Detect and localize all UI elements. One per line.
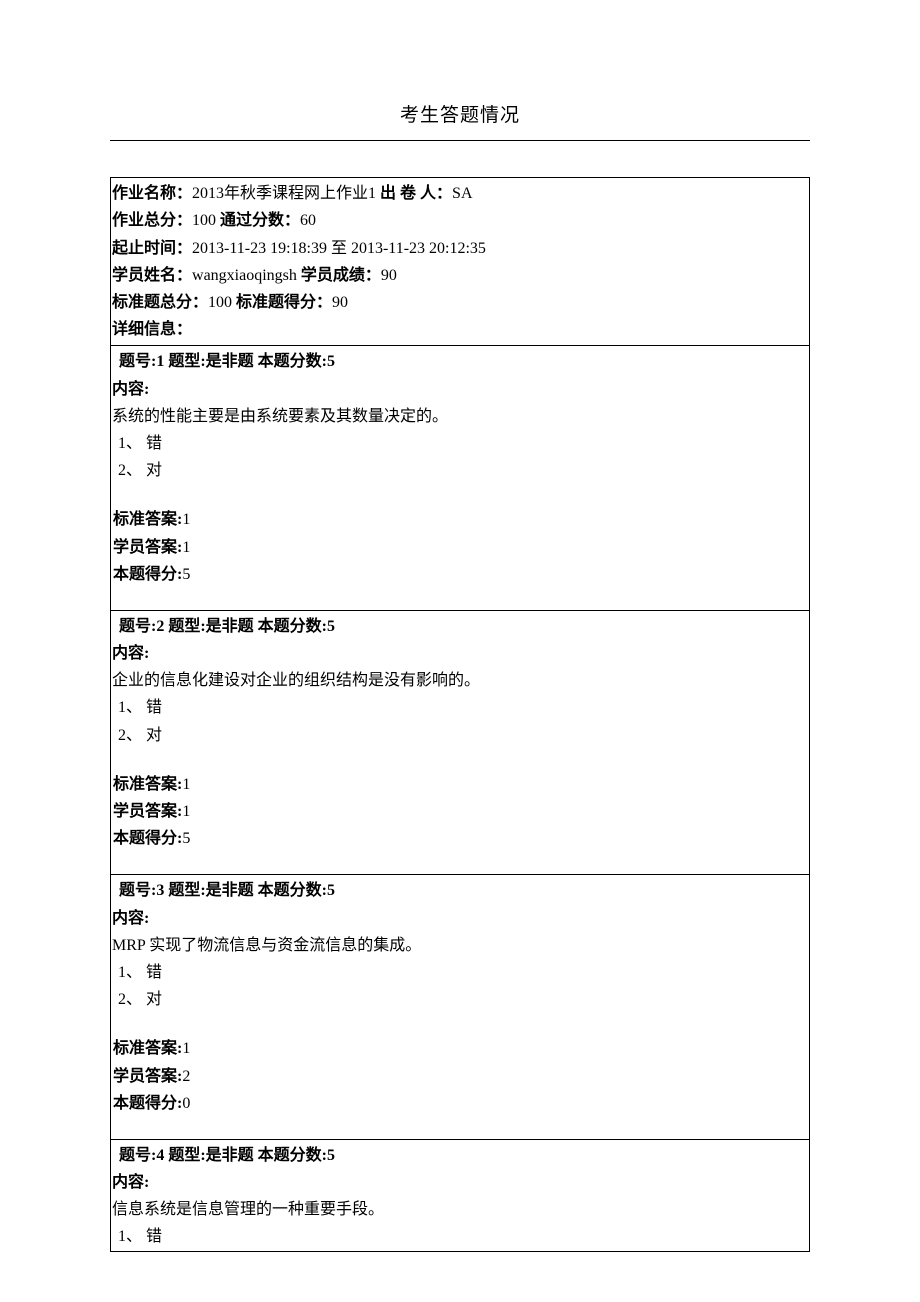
std-total-label: 标准题总分： bbox=[112, 294, 208, 311]
issuer-name: SA bbox=[452, 185, 472, 202]
option-item: 2、 对 bbox=[118, 457, 808, 484]
options-list: 1、 错2、 对 bbox=[112, 430, 808, 484]
pass-value: 60 bbox=[300, 212, 316, 229]
stu-answer-value: 2 bbox=[182, 1068, 190, 1085]
student-name: wangxiaoqingsh bbox=[192, 267, 297, 284]
std-answer-value: 1 bbox=[182, 1040, 190, 1057]
std-answer-value: 1 bbox=[182, 776, 190, 793]
std-score-label: 标准题得分： bbox=[232, 294, 332, 311]
option-item: 2、 对 bbox=[118, 986, 808, 1013]
detail-label: 详细信息： bbox=[112, 321, 192, 338]
std-answer-label: 标准答案: bbox=[113, 776, 182, 793]
question-content: MRP 实现了物流信息与资金流信息的集成。 bbox=[112, 932, 808, 959]
question-content: 企业的信息化建设对企业的组织结构是没有影响的。 bbox=[112, 667, 808, 694]
obtained-label: 本题得分: bbox=[113, 1095, 182, 1112]
stu-answer-label: 学员答案: bbox=[113, 539, 182, 556]
title-divider bbox=[110, 140, 810, 141]
option-item: 1、 错 bbox=[118, 430, 808, 457]
std-answer-label: 标准答案: bbox=[113, 1040, 182, 1057]
option-item: 1、 错 bbox=[118, 1223, 808, 1250]
question-header: 题号:3 题型:是非题 本题分数:5 bbox=[111, 875, 809, 904]
assignment-name: 2013年秋季课程网上作业1 bbox=[192, 185, 376, 202]
std-answer-value: 1 bbox=[182, 511, 190, 528]
std-answer-label: 标准答案: bbox=[113, 511, 182, 528]
obtained-label: 本题得分: bbox=[113, 566, 182, 583]
obtained-label: 本题得分: bbox=[113, 830, 182, 847]
total-value: 100 bbox=[192, 212, 216, 229]
option-item: 1、 错 bbox=[118, 694, 808, 721]
options-list: 1、 错2、 对 bbox=[112, 959, 808, 1013]
content-label: 内容: bbox=[112, 376, 808, 403]
answer-block: 标准答案:1 学员答案:2 本题得分:0 bbox=[112, 1035, 808, 1139]
stu-answer-value: 1 bbox=[182, 539, 190, 556]
time-range: 2013-11-23 19:18:39 至 2013-11-23 20:12:3… bbox=[192, 240, 486, 257]
options-list: 1、 错2、 对 bbox=[112, 694, 808, 748]
assignment-header: 作业名称：2013年秋季课程网上作业1 出 卷 人：SA 作业总分：100 通过… bbox=[111, 178, 809, 345]
obtained-value: 5 bbox=[182, 566, 190, 583]
main-table: 作业名称：2013年秋季课程网上作业1 出 卷 人：SA 作业总分：100 通过… bbox=[110, 177, 810, 1251]
question-block: 题号:2 题型:是非题 本题分数:5 内容: 企业的信息化建设对企业的组织结构是… bbox=[111, 610, 809, 875]
time-label: 起止时间： bbox=[112, 240, 192, 257]
stu-answer-label: 学员答案: bbox=[113, 1068, 182, 1085]
content-label: 内容: bbox=[112, 640, 808, 667]
std-total-value: 100 bbox=[208, 294, 232, 311]
page-title: 考生答题情况 bbox=[110, 100, 810, 132]
option-item: 2、 对 bbox=[118, 722, 808, 749]
question-content: 信息系统是信息管理的一种重要手段。 bbox=[112, 1196, 808, 1223]
std-score-value: 90 bbox=[332, 294, 348, 311]
stu-answer-label: 学员答案: bbox=[113, 803, 182, 820]
question-content: 系统的性能主要是由系统要素及其数量决定的。 bbox=[112, 403, 808, 430]
obtained-value: 5 bbox=[182, 830, 190, 847]
assignment-label: 作业名称： bbox=[112, 185, 192, 202]
answer-block: 标准答案:1 学员答案:1 本题得分:5 bbox=[112, 771, 808, 875]
question-header: 题号:4 题型:是非题 本题分数:5 bbox=[111, 1140, 809, 1169]
content-label: 内容: bbox=[112, 1169, 808, 1196]
question-header: 题号:2 题型:是非题 本题分数:5 bbox=[111, 611, 809, 640]
question-block: 题号:3 题型:是非题 本题分数:5 内容: MRP 实现了物流信息与资金流信息… bbox=[111, 874, 809, 1139]
score-value: 90 bbox=[381, 267, 397, 284]
options-list: 1、 错 bbox=[112, 1223, 808, 1250]
issuer-label: 出 卷 人： bbox=[376, 185, 452, 202]
content-label: 内容: bbox=[112, 905, 808, 932]
student-label: 学员姓名： bbox=[112, 267, 192, 284]
option-item: 1、 错 bbox=[118, 959, 808, 986]
score-label: 学员成绩： bbox=[297, 267, 381, 284]
stu-answer-value: 1 bbox=[182, 803, 190, 820]
pass-label: 通过分数： bbox=[216, 212, 300, 229]
answer-block: 标准答案:1 学员答案:1 本题得分:5 bbox=[112, 506, 808, 610]
question-block: 题号:1 题型:是非题 本题分数:5 内容: 系统的性能主要是由系统要素及其数量… bbox=[111, 345, 809, 610]
total-label: 作业总分： bbox=[112, 212, 192, 229]
obtained-value: 0 bbox=[182, 1095, 190, 1112]
question-block: 题号:4 题型:是非题 本题分数:5 内容: 信息系统是信息管理的一种重要手段。… bbox=[111, 1139, 809, 1251]
question-header: 题号:1 题型:是非题 本题分数:5 bbox=[111, 346, 809, 375]
